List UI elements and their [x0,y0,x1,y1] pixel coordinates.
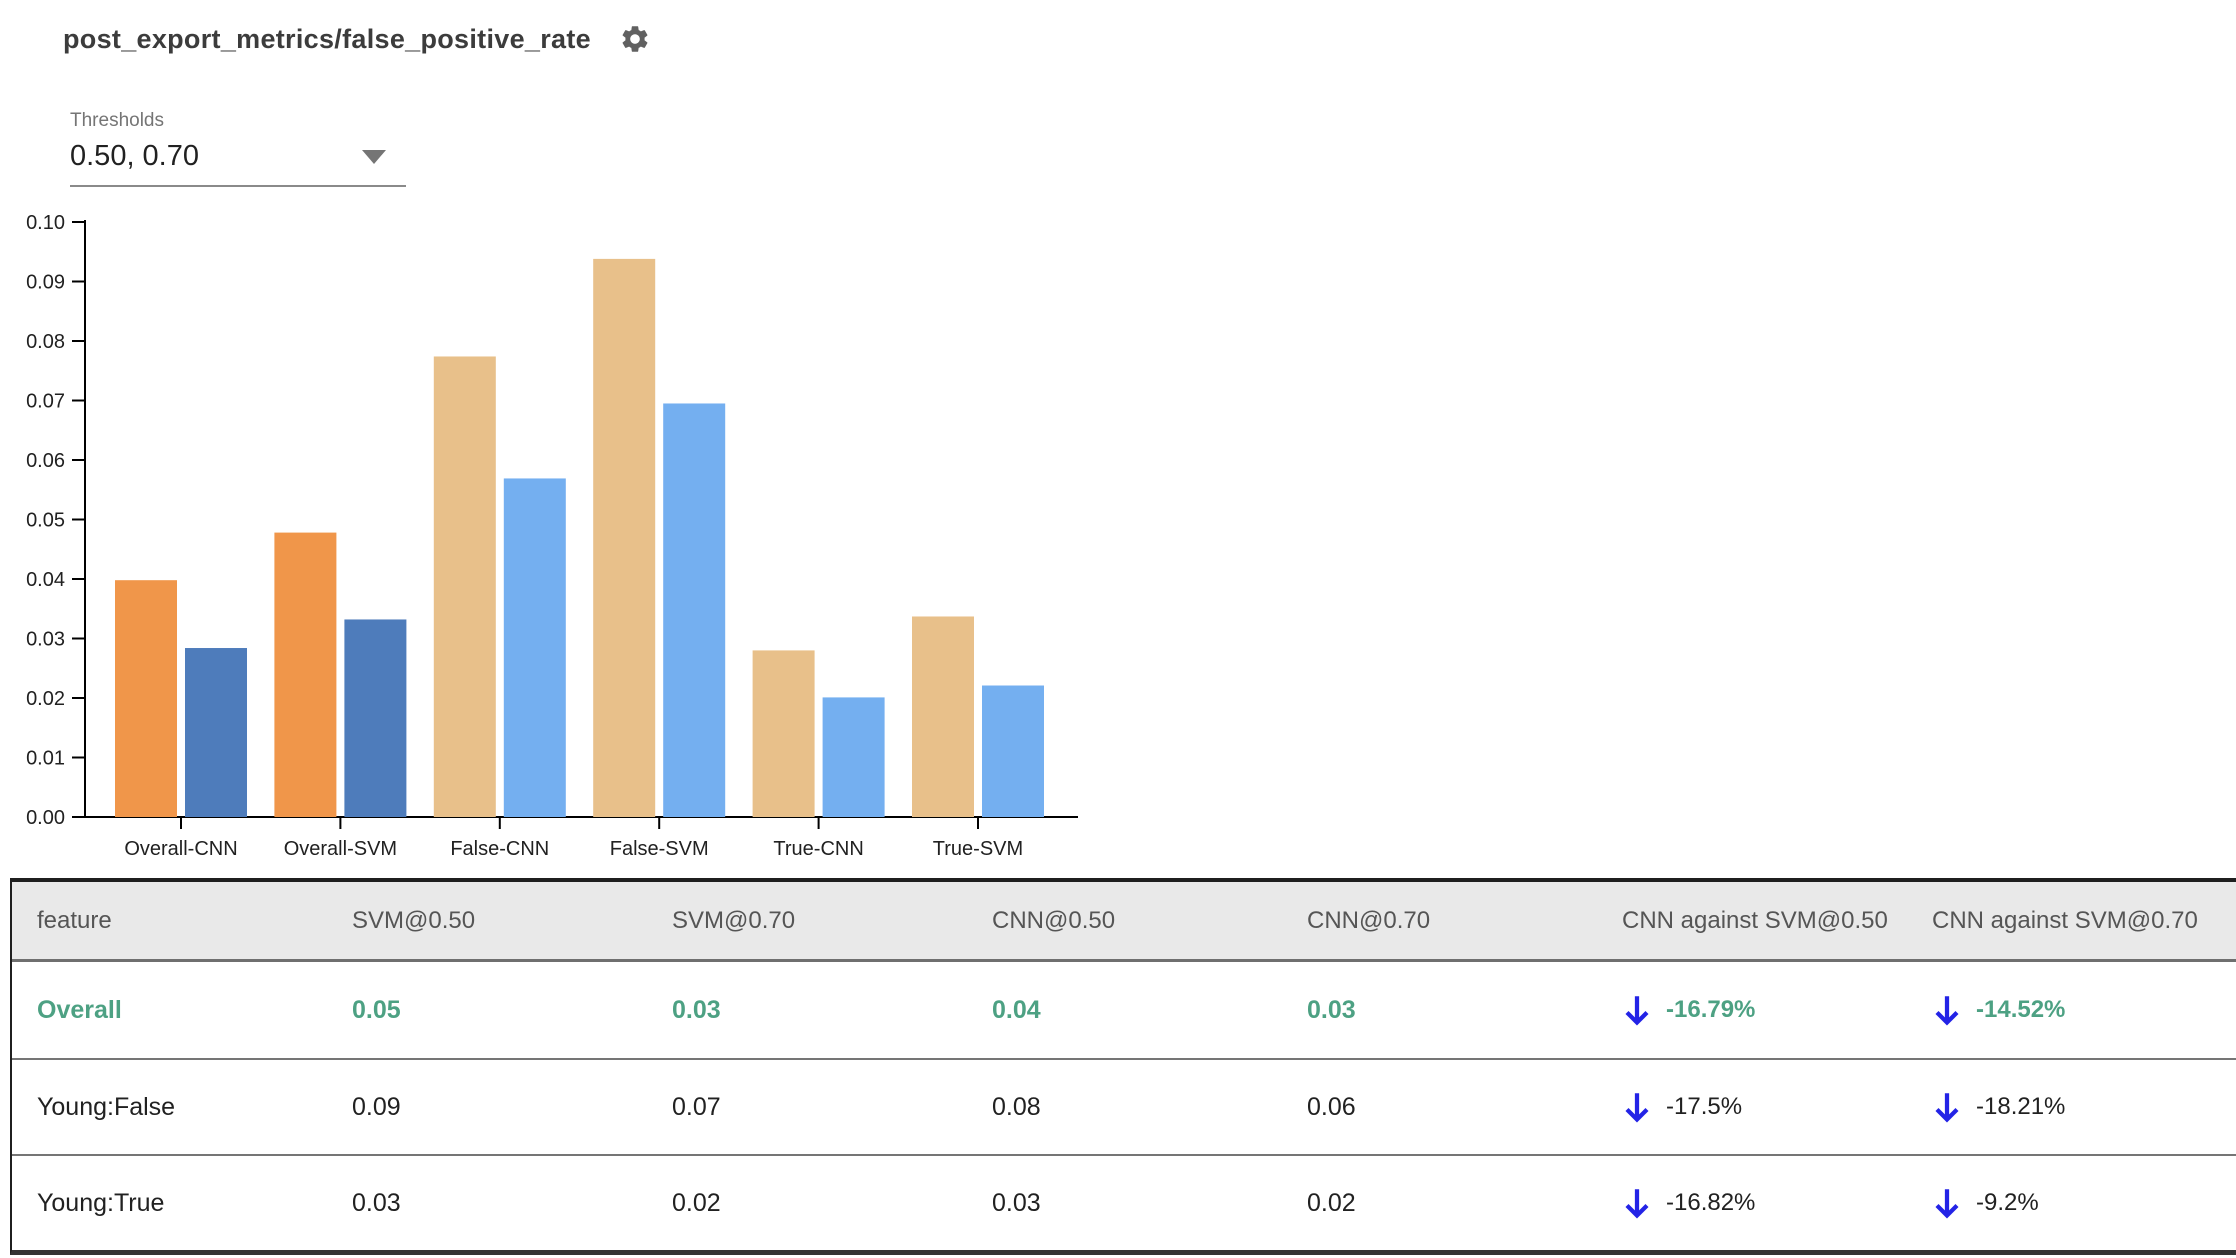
gear-icon[interactable] [619,22,653,56]
metric-cell: 0.07 [672,1092,721,1121]
axis-tick-label: 0.10 [26,212,65,234]
axis-tick-label: 0.04 [26,569,65,591]
delta-value: -14.52% [1976,996,2066,1023]
arrow-down-icon [1622,1089,1652,1125]
delta-cell: -14.52% [1932,992,2236,1028]
delta-cell: -18.21% [1932,1089,2236,1125]
table-header-row: feature SVM@0.50 SVM@0.70 CNN@0.50 CNN@0.70 C… [12,882,2236,962]
thresholds-label: Thresholds [70,110,164,131]
arrow-down-icon [1622,992,1652,1028]
chevron-down-icon [362,149,386,164]
column-header: CNN against SVM@0.50 [1622,906,1888,934]
column-header: SVM@0.50 [352,906,476,934]
feature-cell: Young:True [37,1188,165,1217]
bar-Overall-SVM-0.70 [344,619,407,817]
metric-cell: 0.03 [992,1188,1041,1217]
axis-tick-label: 0.00 [26,807,65,829]
table-row: Young:False 0.09 0.07 0.08 0.06 -17.5% -18.21% [12,1058,2236,1154]
axis-tick-label: True-SVM [933,838,1023,860]
metrics-table: feature SVM@0.50 SVM@0.70 CNN@0.50 CNN@0.70 C… [10,878,2236,1255]
delta-cell: -17.5% [1622,1089,1932,1125]
metric-cell: 0.08 [992,1092,1041,1121]
axis-tick-label: 0.02 [26,688,65,710]
axis-tick-label: 0.01 [26,748,65,770]
bar-Overall-CNN-0.70 [185,648,247,817]
arrow-down-icon [1622,1185,1652,1221]
bar-True-CNN-0.70 [822,697,885,817]
metric-cell: 0.03 [1307,995,1356,1024]
delta-value: -16.79% [1666,996,1756,1023]
axis-tick-label: 0.03 [26,629,65,651]
axis-tick-label: 0.06 [26,450,65,472]
thresholds-select[interactable]: 0.50, 0.70 [70,136,406,187]
feature-cell: Overall [37,995,122,1024]
table-row: Young:True 0.03 0.02 0.03 0.02 -16.82% -9.2% [12,1154,2236,1250]
bar-False-CNN-0.70 [503,478,566,817]
arrow-down-icon [1932,1089,1962,1125]
axis-tick-label: Overall-CNN [124,838,237,860]
delta-value: -16.82% [1666,1189,1756,1216]
column-header: feature [37,906,112,934]
axis-tick-label: True-CNN [773,838,863,860]
arrow-down-icon [1932,1185,1962,1221]
axis-tick-label: 0.08 [26,331,65,353]
arrow-down-icon [1932,992,1962,1028]
metric-cell: 0.03 [352,1188,401,1217]
bar-True-SVM-0.50 [912,616,974,817]
feature-cell: Young:False [37,1092,176,1121]
delta-cell: -9.2% [1932,1185,2236,1221]
metric-panel: post_export_metrics/false_positive_rate … [0,0,2236,1258]
axis-tick-label: 0.07 [26,391,65,413]
page-title: post_export_metrics/false_positive_rate [63,23,591,54]
metric-cell: 0.04 [992,995,1041,1024]
metric-cell: 0.09 [352,1092,401,1121]
axis-tick-label: 0.09 [26,272,65,294]
delta-value: -9.2% [1976,1189,2039,1216]
metric-cell: 0.02 [672,1188,721,1217]
bar-Overall-SVM-0.50 [274,532,337,817]
metric-cell: 0.02 [1307,1188,1356,1217]
bar-False-CNN-0.50 [433,356,496,817]
bar-chart-svg: 0.00 0.01 0.02 0.03 0.04 0.05 0.06 0.07 0.08 0.09… [26,212,1078,860]
column-header: CNN@0.50 [992,906,1116,934]
bar-chart: 0.00 0.01 0.02 0.03 0.04 0.05 0.06 0.07 0.08 0.09… [0,205,1120,870]
metric-cell: 0.06 [1307,1092,1356,1121]
delta-value: -17.5% [1666,1093,1743,1120]
metric-cell: 0.05 [352,995,401,1024]
table-row: Overall 0.05 0.03 0.04 0.03 -16.79% -14.52% [12,962,2236,1058]
panel-header: post_export_metrics/false_positive_rate [63,22,653,56]
bar-True-CNN-0.50 [752,650,815,817]
bar-Overall-CNN-0.50 [115,580,177,817]
column-header: CNN@0.70 [1307,906,1431,934]
delta-cell: -16.82% [1622,1185,1932,1221]
axis-tick-label: 0.05 [26,510,65,532]
axis-tick-label: False-SVM [610,838,709,860]
axis-tick-label: False-CNN [450,838,549,860]
axis-tick-label: Overall-SVM [284,838,397,860]
thresholds-value: 0.50, 0.70 [70,140,199,172]
thresholds-dropdown[interactable]: Thresholds 0.50, 0.70 [70,110,406,187]
column-header: CNN against SVM@0.70 [1932,906,2198,934]
column-header: SVM@0.70 [672,906,796,934]
delta-cell: -16.79% [1622,992,1932,1028]
bar-False-SVM-0.50 [593,258,656,817]
delta-value: -18.21% [1976,1093,2066,1120]
bar-False-SVM-0.70 [663,403,726,817]
metric-cell: 0.03 [672,995,721,1024]
bar-True-SVM-0.70 [982,685,1044,817]
